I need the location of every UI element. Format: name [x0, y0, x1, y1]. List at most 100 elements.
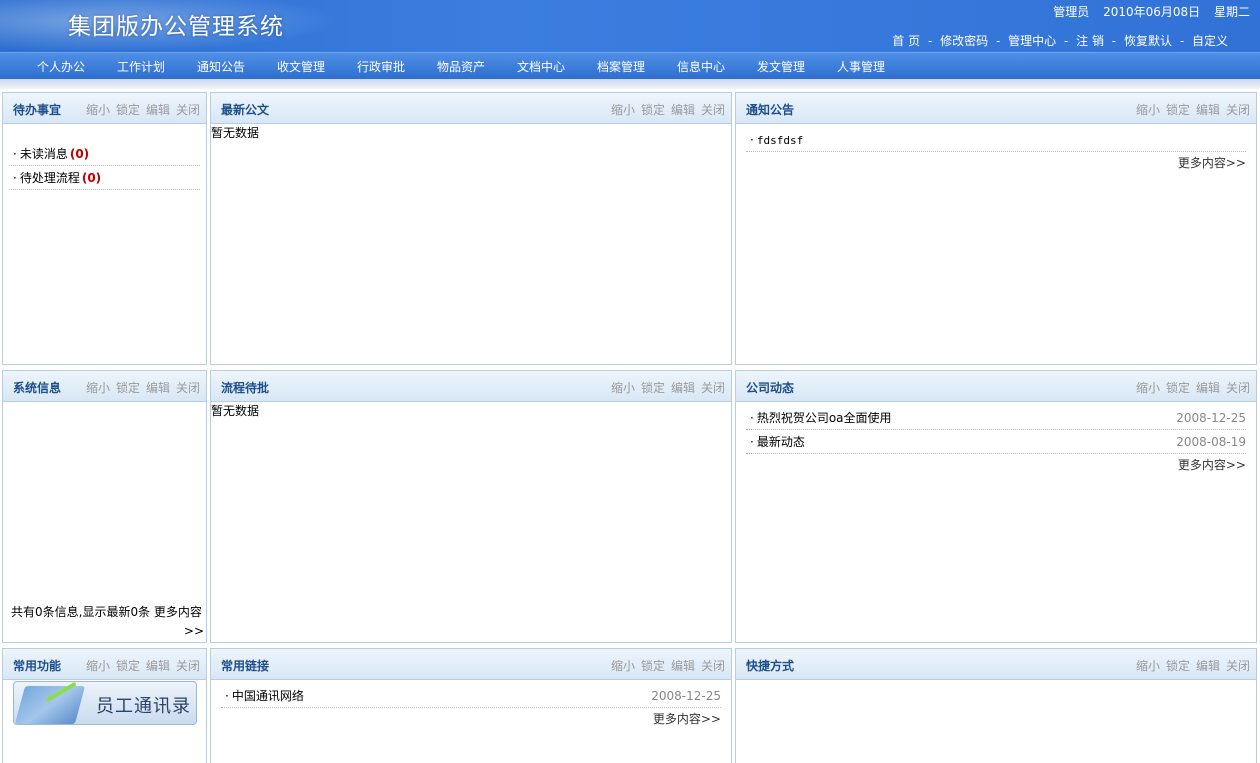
list-item[interactable]: · fdsfdsf	[746, 128, 1246, 152]
panel-title: 待办事宜	[13, 103, 62, 117]
minimize-button[interactable]: 缩小	[86, 381, 110, 395]
main-nav: 个人办公 工作计划 通知公告 收文管理 行政审批 物品资产 文档中心 档案管理 …	[0, 52, 1260, 79]
lock-button[interactable]: 锁定	[641, 381, 665, 395]
more-link[interactable]: 更多内容>>	[1178, 456, 1246, 473]
edit-button[interactable]: 编辑	[671, 659, 695, 673]
nav-work-plan[interactable]: 工作计划	[117, 58, 165, 75]
close-button[interactable]: 关闭	[176, 103, 200, 117]
list-item[interactable]: · 待处理流程 (0)	[9, 166, 200, 190]
edit-button[interactable]: 编辑	[671, 103, 695, 117]
close-button[interactable]: 关闭	[176, 381, 200, 395]
admin-center-link[interactable]: 管理中心	[1008, 34, 1056, 48]
minimize-button[interactable]: 缩小	[611, 381, 635, 395]
edit-button[interactable]: 编辑	[1196, 381, 1220, 395]
more-link[interactable]: >>	[184, 624, 204, 638]
close-button[interactable]: 关闭	[1226, 659, 1250, 673]
minimize-button[interactable]: 缩小	[1136, 381, 1160, 395]
close-button[interactable]: 关闭	[701, 103, 725, 117]
panel-body: · fdsfdsf 更多内容>>	[736, 124, 1256, 170]
nav-personal-office[interactable]: 个人办公	[37, 58, 85, 75]
panel-controls: 缩小 锁定 编辑 关闭	[605, 101, 725, 118]
restore-default-link[interactable]: 恢复默认	[1124, 34, 1172, 48]
edit-button[interactable]: 编辑	[671, 381, 695, 395]
panel-header: 系统信息 缩小 锁定 编辑 关闭	[3, 371, 206, 402]
edit-button[interactable]: 编辑	[146, 381, 170, 395]
nav-admin-approval[interactable]: 行政审批	[357, 58, 405, 75]
lock-button[interactable]: 锁定	[1166, 381, 1190, 395]
minimize-button[interactable]: 缩小	[1136, 103, 1160, 117]
panel-header: 公司动态 缩小 锁定 编辑 关闭	[736, 371, 1256, 402]
panel-title: 常用功能	[13, 659, 62, 673]
pending-workflow-link[interactable]: 待处理流程	[20, 171, 80, 185]
edit-button[interactable]: 编辑	[1196, 103, 1220, 117]
panel-title: 通知公告	[746, 103, 795, 117]
external-link[interactable]: 中国通讯网络	[232, 689, 304, 703]
empty-message: 暂无数据	[211, 404, 260, 418]
home-link[interactable]: 首 页	[892, 34, 920, 48]
nav-notices[interactable]: 通知公告	[197, 58, 245, 75]
panel-controls: 缩小 锁定 编辑 关闭	[1130, 379, 1250, 396]
close-button[interactable]: 关闭	[701, 381, 725, 395]
lock-button[interactable]: 锁定	[1166, 103, 1190, 117]
bullet-icon: ·	[225, 689, 229, 703]
edit-button[interactable]: 编辑	[146, 659, 170, 673]
logout-link[interactable]: 注 销	[1076, 34, 1104, 48]
customize-link[interactable]: 自定义	[1192, 34, 1228, 48]
empty-message: 暂无数据	[211, 126, 260, 140]
panel-company-news: 公司动态 缩小 锁定 编辑 关闭 · 热烈祝贺公司oa全面使用 2008-12-25 · 最…	[735, 370, 1257, 643]
nav-outgoing-docs[interactable]: 发文管理	[757, 58, 805, 75]
more-link[interactable]: 更多内容>>	[653, 710, 721, 727]
edit-button[interactable]: 编辑	[146, 103, 170, 117]
change-password-link[interactable]: 修改密码	[940, 34, 988, 48]
nav-info-center[interactable]: 信息中心	[677, 58, 725, 75]
bullet-icon: ·	[750, 435, 754, 449]
close-button[interactable]: 关闭	[176, 659, 200, 673]
notice-link[interactable]: fdsfdsf	[757, 134, 803, 147]
lock-button[interactable]: 锁定	[641, 103, 665, 117]
lock-button[interactable]: 锁定	[116, 103, 140, 117]
user-info: 管理员 2010年06月08日 星期二	[1043, 3, 1250, 20]
list-item[interactable]: · 热烈祝贺公司oa全面使用 2008-12-25	[746, 406, 1246, 430]
nav-archives[interactable]: 档案管理	[597, 58, 645, 75]
more-link[interactable]: 更多内容>>	[1178, 154, 1246, 171]
edit-button[interactable]: 编辑	[1196, 659, 1220, 673]
nav-document-center[interactable]: 文档中心	[517, 58, 565, 75]
panel-header: 常用功能 缩小 锁定 编辑 关闭	[3, 649, 206, 680]
list-item[interactable]: · 中国通讯网络 2008-12-25	[221, 684, 721, 708]
panel-title: 系统信息	[13, 381, 62, 395]
minimize-button[interactable]: 缩小	[1136, 659, 1160, 673]
nav-incoming-docs[interactable]: 收文管理	[277, 58, 325, 75]
close-button[interactable]: 关闭	[701, 659, 725, 673]
close-button[interactable]: 关闭	[1226, 103, 1250, 117]
panel-functions: 常用功能 缩小 锁定 编辑 关闭 员工通讯录	[2, 648, 207, 763]
news-link[interactable]: 最新动态	[757, 435, 805, 449]
panel-header: 通知公告 缩小 锁定 编辑 关闭	[736, 93, 1256, 124]
lock-button[interactable]: 锁定	[116, 659, 140, 673]
panel-controls: 缩小 锁定 编辑 关闭	[605, 379, 725, 396]
news-date: 2008-08-19	[1176, 435, 1246, 449]
employee-directory-button[interactable]: 员工通讯录	[13, 681, 197, 725]
nav-hr[interactable]: 人事管理	[837, 58, 885, 75]
lock-button[interactable]: 锁定	[641, 659, 665, 673]
minimize-button[interactable]: 缩小	[86, 659, 110, 673]
minimize-button[interactable]: 缩小	[611, 103, 635, 117]
minimize-button[interactable]: 缩小	[611, 659, 635, 673]
current-date: 2010年06月08日	[1103, 5, 1201, 19]
lock-button[interactable]: 锁定	[1166, 659, 1190, 673]
news-link[interactable]: 热烈祝贺公司oa全面使用	[757, 411, 892, 425]
panel-controls: 缩小 锁定 编辑 关闭	[1130, 657, 1250, 674]
panel-header: 流程待批 缩小 锁定 编辑 关闭	[211, 371, 731, 402]
panel-controls: 缩小 锁定 编辑 关闭	[80, 101, 200, 118]
nav-shadow	[0, 79, 1260, 89]
unread-count: (0)	[69, 147, 90, 161]
nav-assets[interactable]: 物品资产	[437, 58, 485, 75]
list-item[interactable]: · 最新动态 2008-08-19	[746, 430, 1246, 454]
header-links: 首 页 - 修改密码 - 管理中心 - 注 销 - 恢复默认 - 自定义	[892, 32, 1228, 49]
panel-latest-docs: 最新公文 缩小 锁定 编辑 关闭 暂无数据	[210, 92, 732, 365]
list-item[interactable]: · 未读消息 (0)	[9, 142, 200, 166]
unread-messages-link[interactable]: 未读消息	[20, 147, 68, 161]
close-button[interactable]: 关闭	[1226, 381, 1250, 395]
news-list: · 热烈祝贺公司oa全面使用 2008-12-25 · 最新动态 2008-08-19	[746, 406, 1246, 454]
lock-button[interactable]: 锁定	[116, 381, 140, 395]
minimize-button[interactable]: 缩小	[86, 103, 110, 117]
